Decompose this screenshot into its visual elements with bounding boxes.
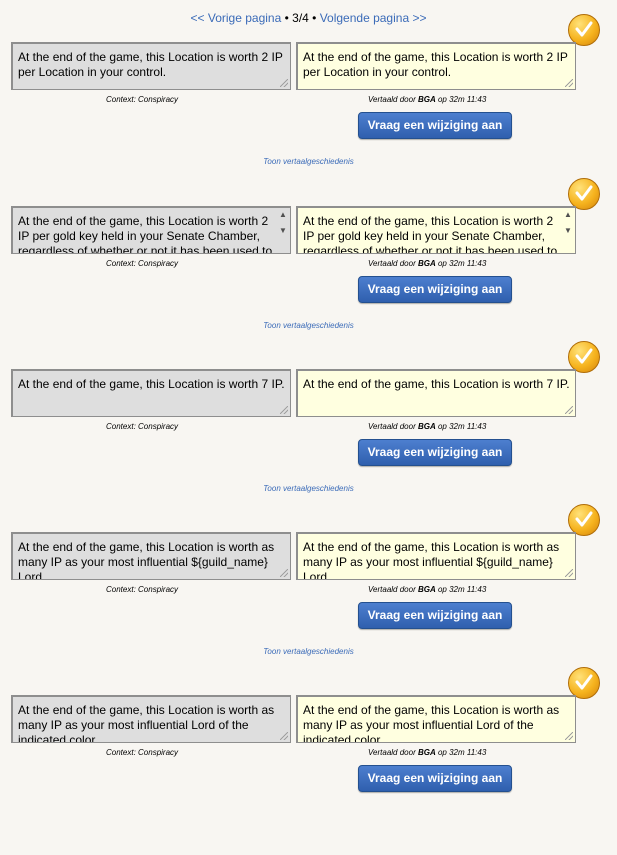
context-label: Context: Conspiracy — [106, 259, 179, 268]
translation-text-box[interactable]: At the end of the game, this Location is… — [296, 42, 576, 90]
translator-name: BGA — [417, 748, 436, 757]
original-text-box[interactable]: At the end of the game, this Location is… — [11, 695, 291, 743]
translated-by-time: op 32m 11:43 — [435, 748, 487, 757]
context-label: Context: Conspiracy — [106, 748, 179, 757]
resize-grip-icon[interactable] — [565, 406, 573, 414]
original-text-box[interactable]: At the end of the game, this Location is… — [11, 369, 291, 417]
translation-text: At the end of the game, this Location is… — [303, 214, 558, 254]
translated-by-label: Vertaald door BGA op 32m 11:43 — [368, 748, 486, 757]
resize-grip-icon[interactable] — [565, 569, 573, 577]
current-page: 3/4 — [292, 11, 309, 25]
translation-entry: At the end of the game, this Location is… — [0, 667, 617, 855]
show-history-link[interactable]: Toon vertaalgeschiedenis — [0, 484, 617, 493]
original-text-box[interactable]: At the end of the game, this Location is… — [11, 206, 291, 254]
translated-by-prefix: Vertaald door — [368, 585, 418, 594]
translated-by-label: Vertaald door BGA op 32m 11:43 — [368, 585, 486, 594]
scrollbar[interactable]: ▲ ▼ — [277, 209, 289, 253]
resize-grip-icon[interactable] — [280, 406, 288, 414]
translated-by-label: Vertaald door BGA op 32m 11:43 — [368, 95, 486, 104]
translator-name: BGA — [417, 95, 436, 104]
show-history-link[interactable]: Toon vertaalgeschiedenis — [0, 321, 617, 330]
translated-by-label: Vertaald door BGA op 32m 11:43 — [368, 422, 486, 431]
translated-by-prefix: Vertaald door — [368, 748, 418, 757]
original-text-box[interactable]: At the end of the game, this Location is… — [11, 532, 291, 580]
translator-name: BGA — [417, 259, 436, 268]
original-text: At the end of the game, this Location is… — [18, 703, 275, 743]
scrollbar[interactable]: ▲ ▼ — [562, 209, 574, 253]
translation-text-box[interactable]: At the end of the game, this Location is… — [296, 206, 576, 254]
translated-by-prefix: Vertaald door — [368, 95, 418, 104]
pagination: << Vorige pagina • 3/4 • Volgende pagina… — [0, 11, 617, 25]
show-history-link[interactable]: Toon vertaalgeschiedenis — [0, 647, 617, 656]
translation-text: At the end of the game, this Location is… — [303, 703, 560, 743]
translated-by-label: Vertaald door BGA op 32m 11:43 — [368, 259, 486, 268]
request-change-button[interactable]: Vraag een wijziging aan — [358, 276, 512, 303]
request-change-button[interactable]: Vraag een wijziging aan — [358, 602, 512, 629]
scroll-down-icon[interactable]: ▼ — [562, 225, 574, 237]
translation-text: At the end of the game, this Location is… — [303, 540, 560, 580]
translated-by-time: op 32m 11:43 — [435, 585, 487, 594]
prev-page-link[interactable]: << Vorige pagina — [191, 11, 282, 25]
translator-name: BGA — [417, 422, 436, 431]
pager-separator: • — [281, 11, 293, 25]
original-text-box[interactable]: At the end of the game, this Location is… — [11, 42, 291, 90]
translation-entry: At the end of the game, this Location is… — [0, 341, 617, 529]
resize-grip-icon[interactable] — [565, 79, 573, 87]
context-label: Context: Conspiracy — [106, 422, 179, 431]
translation-text: At the end of the game, this Location is… — [303, 377, 570, 391]
resize-grip-icon[interactable] — [280, 79, 288, 87]
request-change-button[interactable]: Vraag een wijziging aan — [358, 112, 512, 139]
context-label: Context: Conspiracy — [106, 95, 179, 104]
original-text: At the end of the game, this Location is… — [18, 377, 285, 391]
resize-grip-icon[interactable] — [280, 732, 288, 740]
original-text: At the end of the game, this Location is… — [18, 214, 273, 254]
scroll-up-icon[interactable]: ▲ — [562, 209, 574, 221]
translation-text-box[interactable]: At the end of the game, this Location is… — [296, 369, 576, 417]
resize-grip-icon[interactable] — [565, 732, 573, 740]
translated-by-prefix: Vertaald door — [368, 259, 418, 268]
scroll-up-icon[interactable]: ▲ — [277, 209, 289, 221]
translated-by-time: op 32m 11:43 — [435, 259, 487, 268]
request-change-button[interactable]: Vraag een wijziging aan — [358, 439, 512, 466]
translated-by-time: op 32m 11:43 — [435, 95, 487, 104]
show-history-link[interactable]: Toon vertaalgeschiedenis — [0, 157, 617, 166]
translated-by-prefix: Vertaald door — [368, 422, 418, 431]
original-text: At the end of the game, this Location is… — [18, 540, 275, 580]
context-label: Context: Conspiracy — [106, 585, 179, 594]
scroll-down-icon[interactable]: ▼ — [277, 225, 289, 237]
translation-text-box[interactable]: At the end of the game, this Location is… — [296, 695, 576, 743]
pager-separator: • — [308, 11, 320, 25]
original-text: At the end of the game, this Location is… — [18, 50, 283, 79]
next-page-link[interactable]: Volgende pagina >> — [320, 11, 427, 25]
translation-entry: At the end of the game, this Location is… — [0, 14, 617, 202]
translation-text: At the end of the game, this Location is… — [303, 50, 568, 79]
translation-entry: At the end of the game, this Location is… — [0, 178, 617, 366]
translation-text-box[interactable]: At the end of the game, this Location is… — [296, 532, 576, 580]
translation-entry: At the end of the game, this Location is… — [0, 504, 617, 692]
translated-by-time: op 32m 11:43 — [435, 422, 487, 431]
translator-name: BGA — [417, 585, 436, 594]
resize-grip-icon[interactable] — [280, 569, 288, 577]
request-change-button[interactable]: Vraag een wijziging aan — [358, 765, 512, 792]
